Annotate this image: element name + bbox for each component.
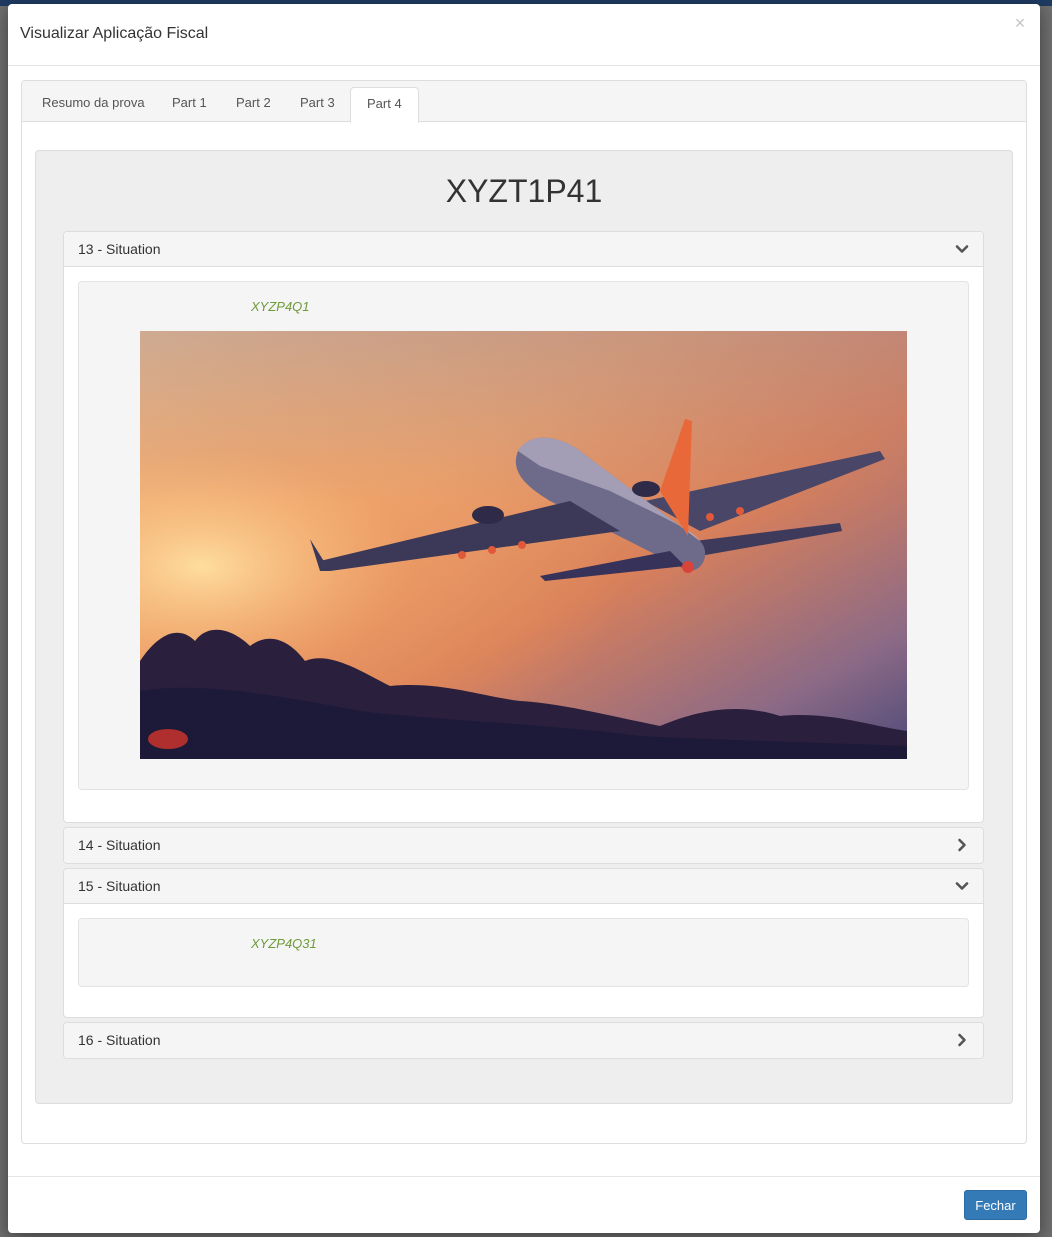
question-panel-13: 13 - Situation XYZP4Q1 bbox=[63, 231, 984, 823]
question-heading-13[interactable]: 13 - Situation bbox=[64, 232, 983, 267]
chevron-right-icon bbox=[958, 838, 966, 852]
question-panel-14: 14 - Situation bbox=[63, 827, 984, 864]
question-code: XYZP4Q31 bbox=[251, 936, 317, 951]
chevron-down-icon bbox=[955, 245, 969, 253]
question-heading-15[interactable]: 15 - Situation bbox=[64, 869, 983, 904]
question-title: 14 - Situation bbox=[78, 837, 161, 853]
question-panel-15: 15 - Situation XYZP4Q31 bbox=[63, 868, 984, 1018]
question-code: XYZP4Q1 bbox=[251, 299, 310, 314]
question-content-well: XYZP4Q1 bbox=[78, 281, 969, 790]
exam-content-well: XYZT1P41 13 - Situation XYZP4Q1 14 - Sit… bbox=[35, 150, 1013, 1104]
question-content-well: XYZP4Q31 bbox=[78, 918, 969, 987]
tab-bar: Resumo da prova Part 1 Part 2 Part 3 Par… bbox=[22, 81, 1026, 123]
question-panel-16: 16 - Situation bbox=[63, 1022, 984, 1059]
tab-resumo-da-prova[interactable]: Resumo da prova bbox=[26, 87, 161, 122]
view-fiscal-application-modal: Visualizar Aplicação Fiscal × Resumo da … bbox=[8, 4, 1040, 1233]
question-heading-14[interactable]: 14 - Situation bbox=[64, 828, 983, 863]
chevron-down-icon bbox=[955, 882, 969, 890]
modal-body: Resumo da prova Part 1 Part 2 Part 3 Par… bbox=[21, 80, 1027, 1144]
tab-part-3[interactable]: Part 3 bbox=[284, 87, 351, 122]
exam-code-title: XYZT1P41 bbox=[445, 173, 603, 209]
close-button[interactable]: Fechar bbox=[964, 1190, 1027, 1220]
modal-header: Visualizar Aplicação Fiscal × bbox=[8, 4, 1040, 66]
chevron-right-icon bbox=[958, 1033, 966, 1047]
tab-part-2[interactable]: Part 2 bbox=[220, 87, 287, 122]
tab-part-1[interactable]: Part 1 bbox=[156, 87, 223, 122]
question-title: 15 - Situation bbox=[78, 878, 161, 894]
question-heading-16[interactable]: 16 - Situation bbox=[64, 1023, 983, 1058]
tab-part-4[interactable]: Part 4 bbox=[350, 87, 419, 123]
airplane-sunset-photo bbox=[140, 331, 907, 759]
question-title: 16 - Situation bbox=[78, 1032, 161, 1048]
modal-footer: Fechar bbox=[8, 1176, 1040, 1233]
question-title: 13 - Situation bbox=[78, 241, 161, 257]
modal-title: Visualizar Aplicação Fiscal bbox=[20, 25, 209, 42]
close-icon[interactable]: × bbox=[1012, 14, 1028, 32]
